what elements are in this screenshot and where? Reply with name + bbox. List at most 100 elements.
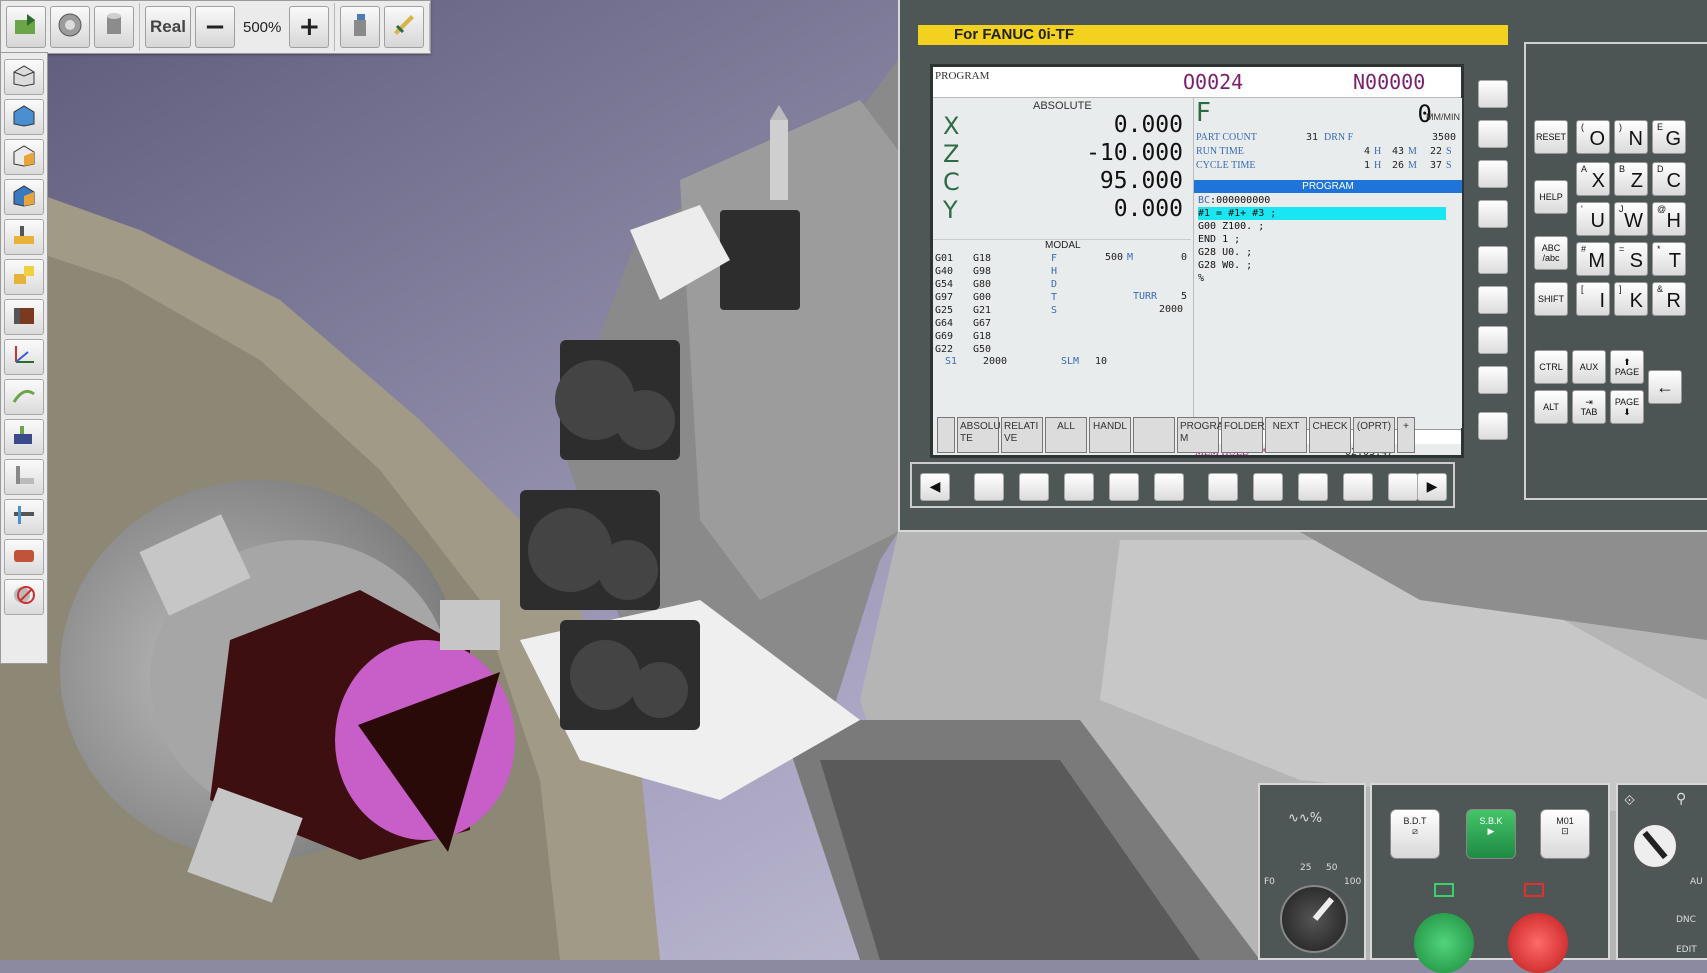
key-T[interactable]: * T xyxy=(1652,242,1686,276)
optional-stop-icon: ⊡ xyxy=(1561,826,1569,836)
key-N[interactable]: ) N xyxy=(1614,120,1648,154)
tab-label: TAB xyxy=(1580,407,1598,417)
key-K[interactable]: ] K xyxy=(1614,282,1648,316)
softkey-program[interactable]: PROGRA M xyxy=(1177,417,1223,453)
key-U[interactable]: ' U xyxy=(1576,202,1610,236)
material-button[interactable] xyxy=(4,539,44,575)
page-up-key[interactable]: ⬆ PAGE xyxy=(1610,350,1644,384)
mode-knob[interactable] xyxy=(1632,823,1678,869)
cycle-start-button[interactable] xyxy=(1414,913,1474,973)
stock-view-button[interactable] xyxy=(94,6,134,48)
softkey-return[interactable] xyxy=(937,417,955,453)
view-iso-button[interactable] xyxy=(4,179,44,215)
zoom-out-button[interactable]: − xyxy=(195,6,235,48)
key-S[interactable]: = S xyxy=(1614,242,1648,276)
key-I[interactable]: [I xyxy=(1576,282,1610,316)
key-H[interactable]: @ H xyxy=(1652,202,1686,236)
softkey-relative[interactable]: RELATI VE xyxy=(1001,417,1043,453)
caliper-button[interactable] xyxy=(4,499,44,535)
shift-key[interactable]: SHIFT xyxy=(1534,282,1568,316)
axis-row-y: Y 0.000 xyxy=(943,196,1183,224)
help-key[interactable]: HELP xyxy=(1534,180,1568,214)
softkey-next-button[interactable]: ▶ xyxy=(1417,473,1447,501)
coordinate-button[interactable] xyxy=(4,339,44,375)
open-program-button[interactable] xyxy=(6,6,46,48)
key-X[interactable]: AX xyxy=(1576,162,1610,196)
cube-side-icon xyxy=(10,142,38,172)
hardware-softkey-2[interactable] xyxy=(1019,473,1049,501)
hardware-softkey-8[interactable] xyxy=(1298,473,1328,501)
key-R[interactable]: & R xyxy=(1652,282,1686,316)
softkey-prev-button[interactable]: ◀ xyxy=(920,473,950,501)
feed-hold-button[interactable] xyxy=(1508,913,1568,973)
gcode: G98 xyxy=(973,266,992,277)
hardware-softkey-10[interactable] xyxy=(1388,473,1418,501)
softkey-bar: ABSOLU TE RELATI VE ALL HANDL PROGRA M F… xyxy=(935,417,1463,455)
side-key-7[interactable] xyxy=(1478,326,1508,354)
cursor-left-key[interactable]: ← xyxy=(1648,370,1682,404)
toolpath-button[interactable] xyxy=(4,379,44,415)
softkey-folder[interactable]: FOLDER xyxy=(1221,417,1265,453)
side-key-6[interactable] xyxy=(1478,286,1508,314)
key-G[interactable]: EG xyxy=(1652,120,1686,154)
abc-key[interactable]: ABC /abc xyxy=(1534,236,1568,270)
hardware-softkey-9[interactable] xyxy=(1343,473,1373,501)
alt-key[interactable]: ALT xyxy=(1534,390,1568,424)
optional-stop-button[interactable]: M01 ⊡ xyxy=(1540,809,1590,859)
reset-key[interactable]: RESET xyxy=(1534,120,1568,154)
key-M[interactable]: # M xyxy=(1576,242,1610,276)
chuck-view-button[interactable] xyxy=(50,6,90,48)
offset-button[interactable] xyxy=(4,459,44,495)
key-main: H xyxy=(1666,210,1681,232)
stock-button[interactable] xyxy=(4,299,44,335)
view-front-button[interactable] xyxy=(4,59,44,95)
key-Z[interactable]: BZ xyxy=(1614,162,1648,196)
key-sub: J xyxy=(1619,204,1624,214)
real-speed-button[interactable]: Real xyxy=(145,6,191,48)
key-C[interactable]: DC xyxy=(1652,162,1686,196)
view-top-button[interactable] xyxy=(4,99,44,135)
side-key-1[interactable] xyxy=(1478,80,1508,108)
measure-button[interactable] xyxy=(384,6,425,48)
zoom-in-button[interactable]: + xyxy=(289,6,330,48)
program-listing[interactable]: BC:000000000 #1 = #1+ #3 ; G00 Z100. ; E… xyxy=(1198,194,1446,285)
door-button[interactable] xyxy=(340,6,381,48)
tool-setup-button[interactable] xyxy=(4,419,44,455)
softkey-handle[interactable]: HANDL xyxy=(1089,417,1131,453)
softkey-absolute[interactable]: ABSOLU TE xyxy=(957,417,1001,453)
softkey-check[interactable]: CHECK xyxy=(1309,417,1351,453)
hardware-softkey-4[interactable] xyxy=(1109,473,1139,501)
softkey-all[interactable]: ALL xyxy=(1045,417,1087,453)
aux-key[interactable]: AUX xyxy=(1572,350,1606,384)
softkey-blank[interactable] xyxy=(1133,417,1175,453)
modal-f-value: 500 xyxy=(1105,252,1124,263)
view-side-button[interactable] xyxy=(4,139,44,175)
wave-icon: ∿∿ xyxy=(1288,811,1310,826)
hardware-softkey-7[interactable] xyxy=(1253,473,1283,501)
ctrl-key[interactable]: CTRL xyxy=(1534,350,1568,384)
hardware-softkey-5[interactable] xyxy=(1154,473,1184,501)
workpiece-button[interactable] xyxy=(4,259,44,295)
key-O[interactable]: (O xyxy=(1576,120,1610,154)
override-knob[interactable] xyxy=(1280,885,1348,953)
key-W[interactable]: JW xyxy=(1614,202,1648,236)
hardware-softkey-3[interactable] xyxy=(1064,473,1094,501)
hardware-softkey-6[interactable] xyxy=(1208,473,1238,501)
side-key-5[interactable] xyxy=(1478,246,1508,274)
hardware-softkey-1[interactable] xyxy=(974,473,1004,501)
softkey-more[interactable]: + xyxy=(1397,417,1415,453)
side-key-4[interactable] xyxy=(1478,200,1508,228)
machine-setup-button[interactable] xyxy=(4,219,44,255)
softkey-operation[interactable]: (OPRT) xyxy=(1353,417,1395,453)
bc-line: BC:000000000 xyxy=(1198,195,1271,206)
collision-button[interactable] xyxy=(4,579,44,615)
side-key-3[interactable] xyxy=(1478,160,1508,188)
softkey-next[interactable]: NEXT xyxy=(1265,417,1307,453)
single-block-button[interactable]: S.B.K ▶ xyxy=(1466,809,1516,859)
side-key-9[interactable] xyxy=(1478,412,1508,440)
side-key-8[interactable] xyxy=(1478,366,1508,394)
block-delete-button[interactable]: B.D.T ⧄ xyxy=(1390,809,1440,859)
side-key-2[interactable] xyxy=(1478,120,1508,148)
tab-key[interactable]: ⇥ TAB xyxy=(1572,390,1606,424)
page-down-key[interactable]: PAGE ⬇ xyxy=(1610,390,1644,424)
